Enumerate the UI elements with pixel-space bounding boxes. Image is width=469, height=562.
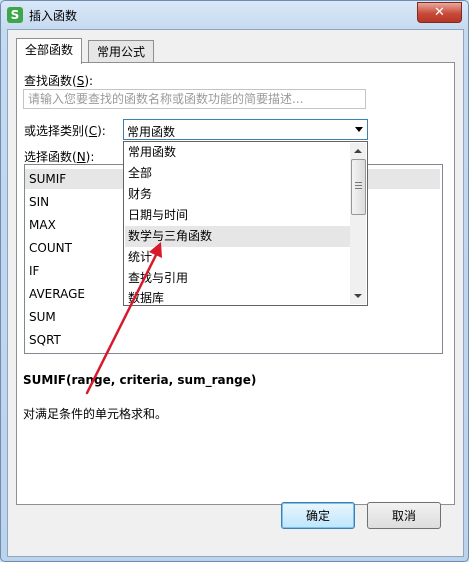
tab-all-functions[interactable]: 全部函数 [16, 38, 83, 64]
category-option[interactable]: 数据库 [125, 288, 350, 309]
dialog-client-area: 全部函数 常用公式 查找函数(S): 或选择类别(C): 常用函数 选择函数(N… [7, 29, 464, 557]
dropdown-scrollbar[interactable] [350, 143, 366, 304]
category-selected-value: 常用函数 [127, 125, 176, 139]
category-option[interactable]: 常用函数 [125, 142, 350, 163]
function-item-sqrt[interactable]: SQRT [25, 330, 440, 350]
category-option-math-trig[interactable]: 数学与三角函数 [125, 226, 350, 247]
category-dropdown-list[interactable]: 常用函数 全部 财务 日期与时间 数学与三角函数 统计 查找与引用 数据库 [123, 141, 368, 306]
ok-button[interactable]: 确定 [281, 502, 355, 529]
category-select[interactable]: 常用函数 [123, 119, 368, 140]
cancel-button[interactable]: 取消 [367, 502, 441, 529]
scrollbar-thumb[interactable] [351, 159, 366, 215]
grip-line [355, 188, 362, 189]
function-search-input[interactable] [23, 89, 366, 109]
close-button[interactable]: ✕ [417, 2, 462, 23]
scroll-up-icon[interactable] [350, 143, 366, 159]
category-option[interactable]: 日期与时间 [125, 205, 350, 226]
category-option[interactable]: 全部 [125, 163, 350, 184]
scroll-down-icon[interactable] [350, 288, 366, 304]
function-description: 对满足条件的单元格求和。 [23, 407, 168, 421]
function-signature: SUMIF(range, criteria, sum_range) [23, 373, 257, 387]
title-bar[interactable]: S 插入函数 ✕ [1, 1, 468, 29]
category-option[interactable]: 查找与引用 [125, 268, 350, 289]
chevron-down-icon[interactable] [355, 127, 363, 132]
grip-line [355, 182, 362, 183]
category-label: 或选择类别(C): [24, 124, 106, 138]
category-option[interactable]: 统计 [125, 247, 350, 268]
tab-label: 全部函数 [25, 43, 74, 57]
function-list-label: 选择函数(N): [24, 150, 95, 164]
insert-function-dialog: S 插入函数 ✕ 全部函数 常用公式 查找函数(S): 或选择类别(C): 常用… [0, 0, 469, 562]
category-option[interactable]: 财务 [125, 184, 350, 205]
wps-spreadsheet-icon: S [7, 7, 23, 23]
search-label: 查找函数(S): [24, 74, 94, 88]
close-icon: ✕ [434, 5, 445, 20]
dialog-title: 插入函数 [29, 9, 78, 23]
grip-line [355, 185, 362, 186]
tab-label: 常用公式 [97, 45, 146, 59]
tab-common-formulas[interactable]: 常用公式 [88, 40, 155, 63]
function-item-sum[interactable]: SUM [25, 307, 440, 327]
